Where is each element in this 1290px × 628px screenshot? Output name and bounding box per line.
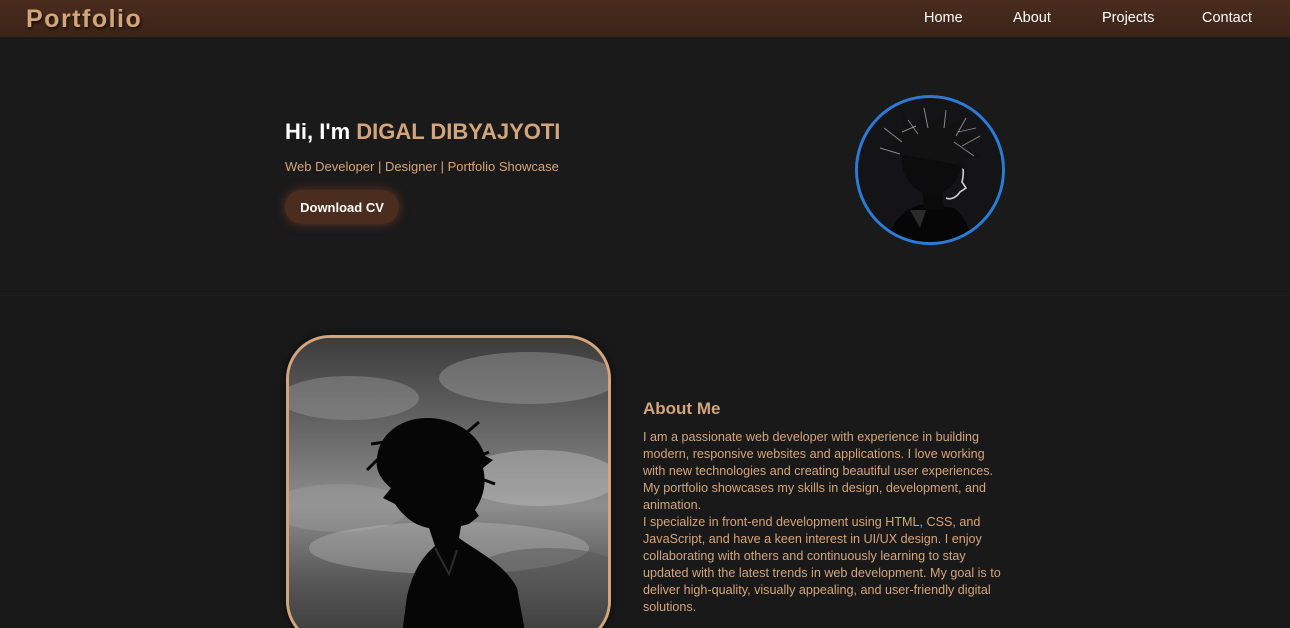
hero-section: Hi, I'm DIGAL DIBYAJYOTI Web Developer |… [0, 37, 1290, 295]
hero-title: Hi, I'm DIGAL DIBYAJYOTI [285, 119, 560, 145]
nav-link-about[interactable]: About [1013, 10, 1051, 27]
navbar: Portfolio Home About Projects Contact [0, 0, 1290, 37]
silhouette-image-icon [289, 338, 608, 628]
download-cv-button[interactable]: Download CV [285, 190, 399, 224]
about-image [286, 335, 611, 628]
about-section: About Me I am a passionate web developer… [0, 295, 1290, 628]
about-heading: About Me [643, 399, 721, 418]
profile-avatar [855, 95, 1005, 245]
hero-name: DIGAL DIBYAJYOTI [356, 119, 561, 144]
nav-link-contact[interactable]: Contact [1202, 10, 1252, 27]
about-paragraph-1: I am a passionate web developer with exp… [643, 430, 994, 512]
nav-link-projects[interactable]: Projects [1102, 10, 1154, 27]
about-paragraph-2: I specialize in front-end development us… [643, 515, 1001, 614]
nav-links: Home About Projects Contact [0, 10, 1290, 28]
nav-link-home[interactable]: Home [924, 10, 963, 27]
avatar-silhouette-icon [858, 98, 1002, 242]
hero-greeting: Hi, I'm [285, 119, 357, 144]
hero-subtitle: Web Developer | Designer | Portfolio Sho… [285, 159, 559, 174]
about-text: I am a passionate web developer with exp… [643, 429, 1005, 616]
